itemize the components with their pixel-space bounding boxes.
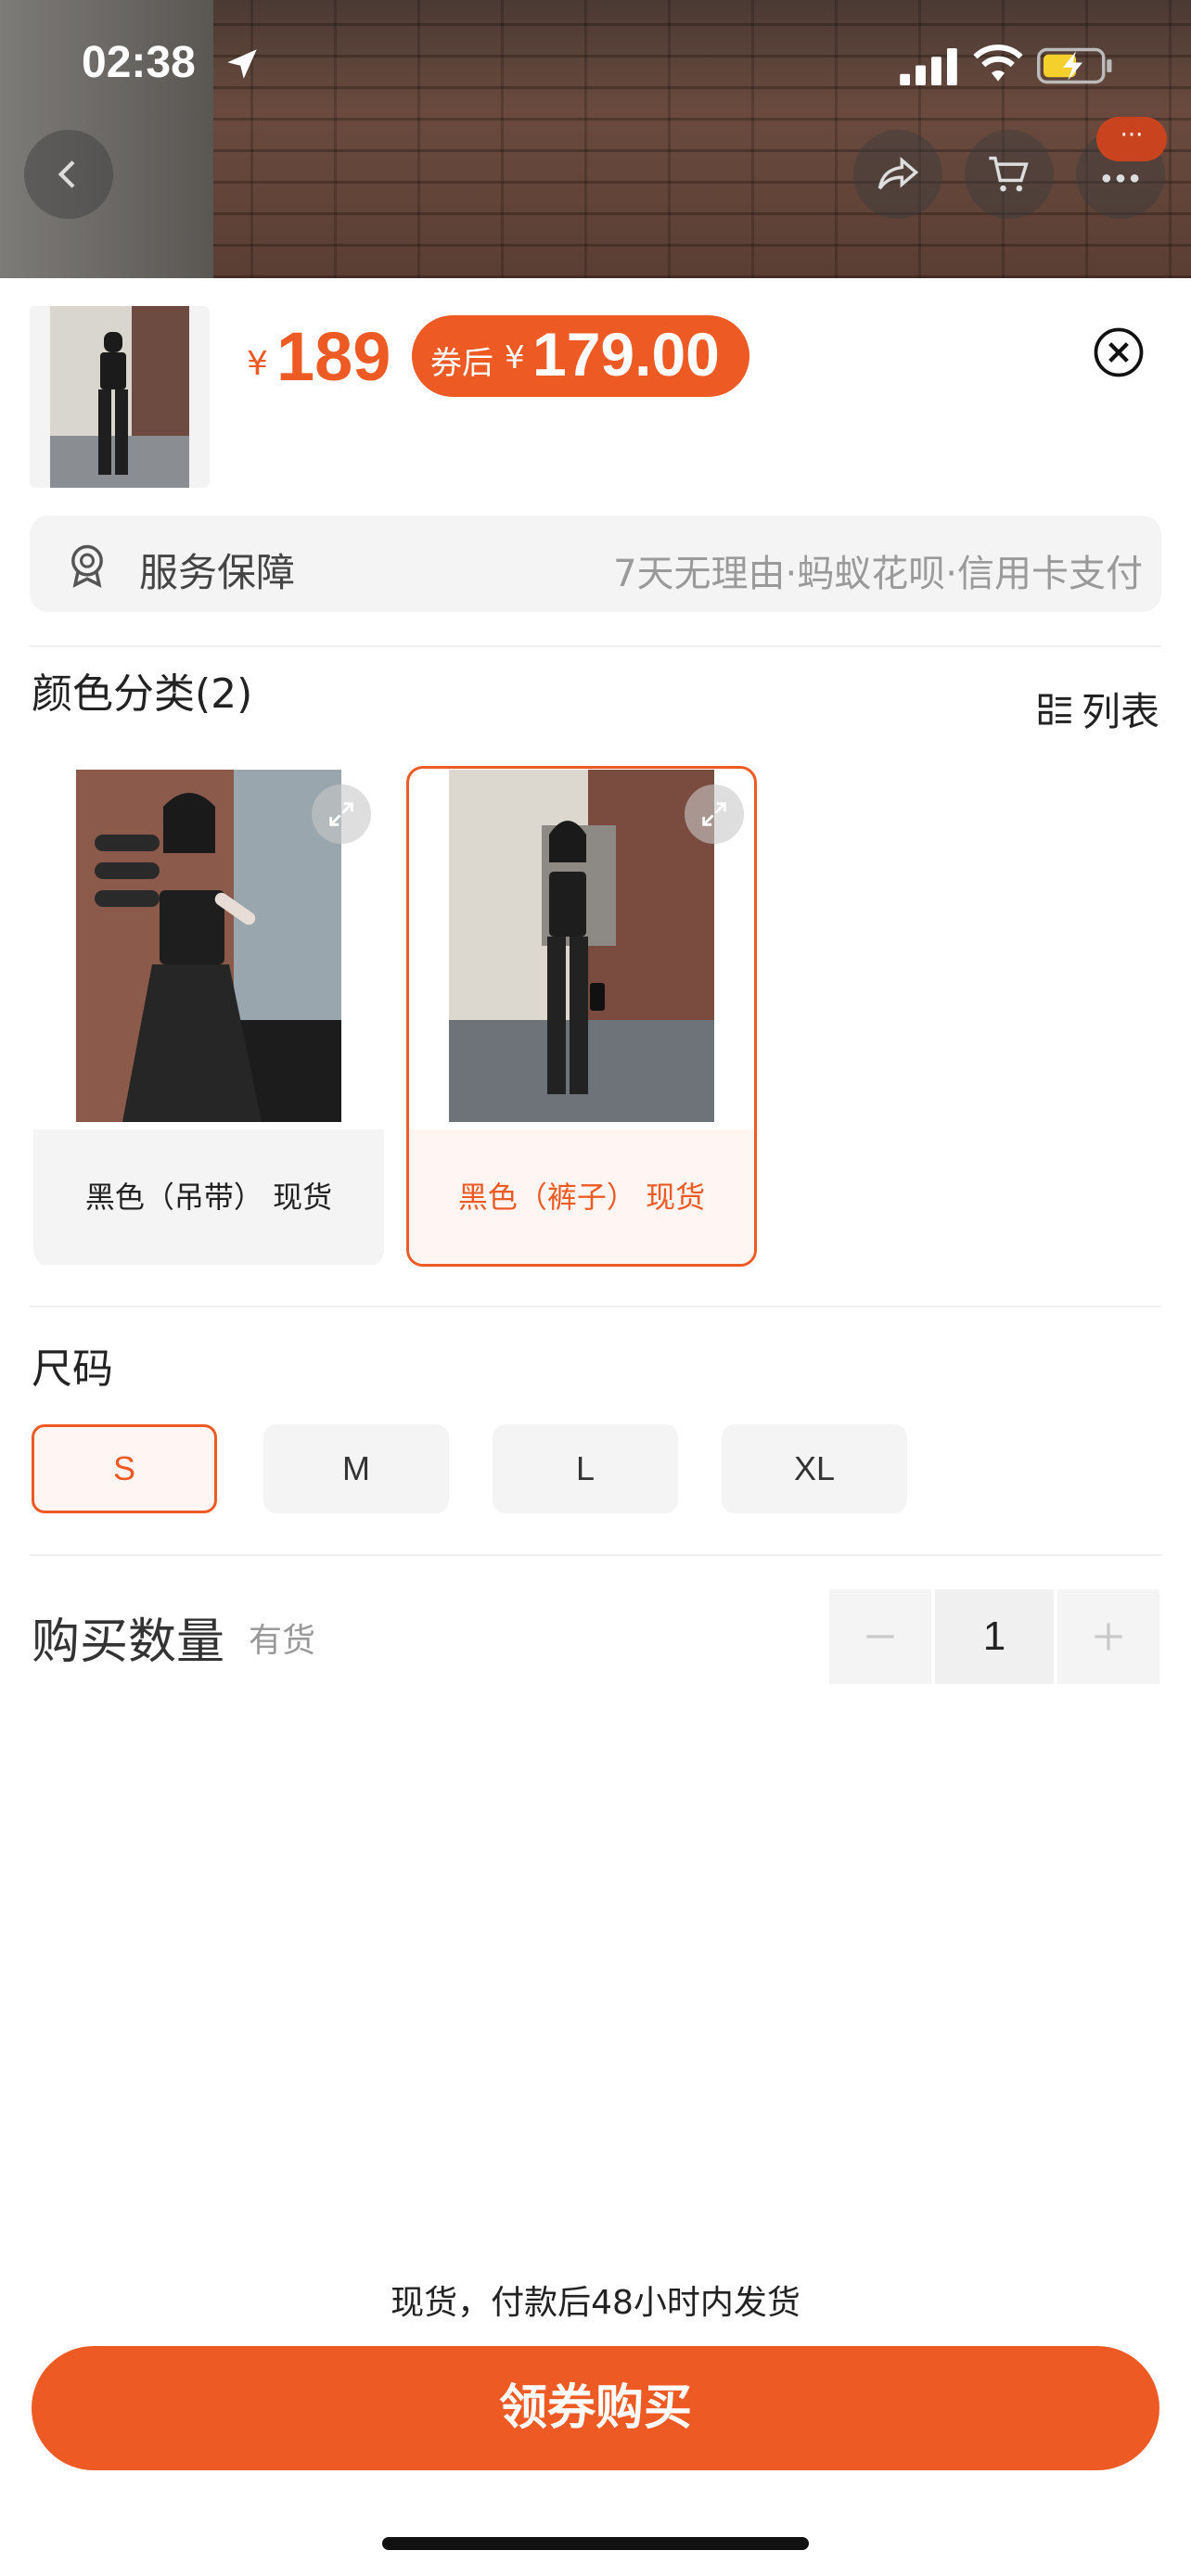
- size-option-s[interactable]: S: [32, 1424, 217, 1513]
- divider: [30, 645, 1161, 647]
- color-option-strap-top[interactable]: 黑色（吊带） 现货: [33, 766, 384, 1267]
- minus-icon: [866, 1635, 894, 1639]
- expand-icon: [702, 802, 726, 826]
- coupon-price-badge: 券后 ¥ 179.00: [412, 315, 749, 397]
- expand-button[interactable]: [312, 784, 371, 844]
- wifi-icon: [973, 45, 1023, 82]
- quantity-value[interactable]: 1: [935, 1589, 1054, 1684]
- coupon-symbol: ¥: [505, 339, 525, 376]
- back-button[interactable]: [24, 130, 113, 219]
- status-time: 02:38: [82, 38, 196, 87]
- coupon-label: 券后: [430, 345, 493, 382]
- color-option-label: 黑色（裤子） 现货: [409, 1129, 754, 1264]
- color-option-photo: [76, 770, 341, 1122]
- quantity-title: 购买数量: [32, 1614, 225, 1670]
- size-section-title: 尺码: [32, 1345, 113, 1393]
- stock-status: 有货: [249, 1622, 316, 1660]
- list-toggle-label: 列表: [1081, 689, 1159, 734]
- back-icon: [58, 160, 75, 188]
- close-icon[interactable]: [1093, 326, 1145, 378]
- location-arrow-icon: [227, 49, 257, 79]
- decrease-quantity-button[interactable]: [829, 1589, 931, 1684]
- color-option-photo: [449, 770, 714, 1122]
- size-option-l[interactable]: L: [493, 1424, 678, 1513]
- home-indicator: [382, 2537, 809, 2550]
- share-button[interactable]: [853, 130, 942, 219]
- color-option-label: 黑色（吊带） 现货: [33, 1129, 384, 1265]
- quantity-stepper: 1: [829, 1589, 1159, 1684]
- divider: [30, 1554, 1161, 1556]
- expand-button[interactable]: [685, 784, 744, 844]
- coupon-buy-button[interactable]: 领券购买: [32, 2346, 1159, 2470]
- cart-button[interactable]: [965, 130, 1054, 219]
- color-section-title: 颜色分类(2): [32, 670, 253, 718]
- product-thumbnail[interactable]: [30, 306, 210, 488]
- size-option-xl[interactable]: XL: [722, 1424, 907, 1513]
- signal-icon: [900, 48, 957, 85]
- color-option-pants[interactable]: 黑色（裤子） 现货: [406, 766, 757, 1267]
- message-badge[interactable]: ···: [1096, 117, 1167, 161]
- status-bar: 02:38: [0, 0, 1191, 121]
- list-view-toggle[interactable]: 列表: [1037, 681, 1159, 737]
- shipping-note: 现货，付款后48小时内发货: [391, 2284, 800, 2322]
- size-option-m[interactable]: M: [263, 1424, 449, 1513]
- coupon-price: 179.00: [532, 320, 720, 389]
- product-price: 189: [276, 318, 391, 395]
- cart-icon: [989, 156, 1029, 192]
- price-symbol: ¥: [247, 345, 268, 383]
- increase-quantity-button[interactable]: [1057, 1589, 1159, 1684]
- battery-icon: [1037, 47, 1112, 84]
- service-guarantee-bar[interactable]: 服务保障 7天无理由·蚂蚁花呗·信用卡支付: [30, 516, 1161, 612]
- share-icon: [877, 157, 919, 190]
- service-title: 服务保障: [139, 550, 296, 595]
- divider: [30, 1306, 1161, 1307]
- service-detail: 7天无理由·蚂蚁花呗·信用卡支付: [613, 553, 1143, 595]
- service-badge-icon: [71, 544, 103, 588]
- list-grid-icon: [1038, 694, 1071, 724]
- expand-icon: [329, 802, 353, 826]
- plus-icon: [1095, 1623, 1122, 1651]
